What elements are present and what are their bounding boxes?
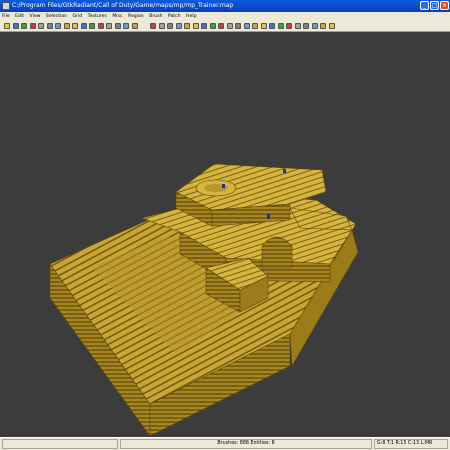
toolbar-tool-icon[interactable] — [269, 23, 275, 29]
rotate-y-icon[interactable] — [63, 23, 70, 29]
toolbar-tool-icon[interactable] — [201, 23, 207, 29]
toolbar-tool-icon[interactable] — [175, 23, 182, 29]
toolbar-tool-icon[interactable] — [303, 23, 309, 29]
csg-icon[interactable] — [80, 23, 87, 29]
map-render — [49, 163, 359, 437]
toolbar-tool-icon[interactable] — [218, 23, 224, 29]
texture-icon[interactable] — [106, 23, 112, 29]
toolbar-tool-icon[interactable] — [150, 23, 156, 29]
flip-x-icon[interactable] — [38, 23, 44, 29]
flip-y-icon[interactable] — [46, 23, 53, 29]
menu-misc[interactable]: Misc — [110, 12, 124, 21]
app-icon — [2, 2, 10, 10]
close-button[interactable]: × — [440, 1, 449, 10]
open-icon[interactable] — [4, 23, 10, 29]
menu-selection[interactable]: Selection — [44, 12, 69, 21]
status-brush-count: Brushes: 888 Entities: 8 — [120, 439, 372, 449]
toolbar-tool-icon[interactable] — [286, 23, 292, 29]
toolbar-tool-icon[interactable] — [328, 23, 335, 29]
redo-icon[interactable] — [29, 23, 36, 29]
status-grid-info: G:8 T:1 R:15 C:13 L:MR — [374, 439, 448, 449]
menu-textures[interactable]: Textures — [86, 12, 109, 21]
menu-region[interactable]: Region — [126, 12, 146, 21]
clipper-icon[interactable] — [89, 23, 95, 29]
patch-icon[interactable] — [123, 23, 129, 29]
entity-marker[interactable] — [222, 184, 225, 188]
toolbar-tool-icon[interactable] — [226, 23, 233, 29]
minimize-button[interactable]: _ — [420, 1, 429, 10]
rotate-x-icon[interactable] — [55, 23, 61, 29]
menu-brush[interactable]: Brush — [147, 12, 164, 21]
toolbar — [0, 21, 450, 32]
undo-icon[interactable] — [21, 23, 27, 29]
toolbar-tool-icon[interactable] — [243, 23, 250, 29]
toolbar-tool-icon[interactable] — [277, 23, 284, 29]
title-bar: C:/Program Files/GtkRadiant/Call of Duty… — [0, 0, 450, 12]
toolbar-tool-icon[interactable] — [167, 23, 173, 29]
toolbar-tool-icon[interactable] — [235, 23, 241, 29]
toolbar-tool-icon[interactable] — [311, 23, 318, 29]
window-title: C:/Program Files/GtkRadiant/Call of Duty… — [12, 2, 234, 9]
menu-help[interactable]: Help — [184, 12, 198, 21]
save-icon[interactable] — [12, 23, 19, 29]
menu-patch[interactable]: Patch — [166, 12, 183, 21]
toolbar-tool-icon[interactable] — [294, 23, 301, 29]
toolbar-tool-icon[interactable] — [184, 23, 190, 29]
toolbar-tool-icon[interactable] — [260, 23, 267, 29]
entity-marker[interactable] — [283, 169, 286, 173]
maximize-button[interactable]: □ — [430, 1, 439, 10]
toolbar-tool-icon[interactable] — [252, 23, 258, 29]
menu-view[interactable]: View — [28, 12, 43, 21]
select-icon[interactable] — [72, 23, 78, 29]
status-left — [2, 439, 118, 449]
menu-edit[interactable]: Edit — [13, 12, 26, 21]
camera-icon[interactable] — [97, 23, 104, 29]
entity-marker[interactable] — [267, 214, 270, 219]
lighting-icon[interactable] — [131, 23, 138, 29]
menu-bar: File Edit View Selection Grid Textures M… — [0, 12, 450, 21]
entity-icon[interactable] — [114, 23, 121, 29]
menu-grid[interactable]: Grid — [71, 12, 85, 21]
arch-structure — [261, 236, 293, 269]
toolbar-tool-icon[interactable] — [320, 23, 326, 29]
status-bar: Brushes: 888 Entities: 8 G:8 T:1 R:15 C:… — [0, 437, 450, 450]
toolbar-tool-icon[interactable] — [192, 23, 199, 29]
menu-file[interactable]: File — [0, 12, 12, 21]
camera-viewport[interactable] — [0, 32, 450, 437]
toolbar-tool-icon[interactable] — [158, 23, 165, 29]
toolbar-tool-icon[interactable] — [209, 23, 216, 29]
